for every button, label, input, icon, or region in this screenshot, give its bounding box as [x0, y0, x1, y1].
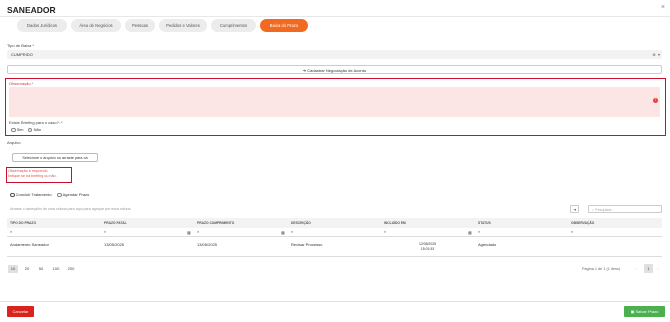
upload-button[interactable]: Selecione o arquivo ou arraste para cá: [12, 153, 98, 162]
select-controls: ⊗ ▾: [652, 52, 660, 57]
col-status[interactable]: STATUS: [478, 221, 491, 228]
chevron-down-icon[interactable]: ▾: [658, 52, 660, 57]
filter-incluido-icon[interactable]: ⌕: [384, 230, 386, 234]
sim-radio[interactable]: [11, 127, 16, 133]
cell-incluido-date: 12/05/2025: [419, 242, 436, 246]
agendar-label: Agendar Prazo: [62, 192, 90, 197]
calendar-icon[interactable]: ▦: [281, 230, 285, 235]
page-size-100[interactable]: 100: [50, 265, 62, 273]
col-observacao[interactable]: OBSERVAÇÃO: [571, 221, 595, 228]
col-descricao[interactable]: DESCRIÇÃO: [291, 221, 311, 228]
nao-radio[interactable]: [27, 127, 33, 133]
next-page-button[interactable]: ›: [655, 265, 661, 273]
tab-pessoas[interactable]: Pessoas: [125, 19, 155, 32]
tipo-baixa-select[interactable]: CUMPRIDO: [7, 50, 662, 59]
page-info: Página 1 de 1 (1 itens): [582, 267, 621, 271]
filter-descricao-icon[interactable]: ⌕: [291, 230, 293, 234]
cadastrar-negociacao-label: Cadastrar Negociação de Acordo: [307, 68, 367, 73]
cell-incluido-time: 15:01:53: [420, 247, 435, 251]
page-size-10[interactable]: 10: [8, 265, 18, 273]
search-placeholder: Pesquisar...: [595, 207, 615, 212]
briefing-label: Existe Briefing para o caso?: *: [9, 120, 63, 125]
sim-label: Sim: [16, 127, 24, 132]
prev-page-button[interactable]: ‹: [633, 265, 639, 273]
close-icon[interactable]: ×: [661, 4, 665, 11]
export-icon[interactable]: ⇥: [570, 205, 579, 213]
footer-divider: [0, 301, 670, 302]
tab-dados-juridicos[interactable]: Dados Jurídicos: [17, 19, 67, 32]
save-label: Salvar Prazo: [635, 309, 659, 314]
page-size-50[interactable]: 50: [36, 265, 46, 273]
calendar-icon[interactable]: ▦: [187, 230, 191, 235]
tratamento-radio-group: Concluir Tratamento Agendar Prazo: [10, 192, 90, 198]
save-icon: ▣: [630, 309, 635, 314]
agendar-radio[interactable]: [57, 192, 62, 198]
col-tipo-prazo[interactable]: TIPO DO PRAZO: [10, 221, 37, 228]
cell-tipo: Andamento Saneador: [10, 242, 49, 247]
col-incluido-em[interactable]: INCLUÍDO EM: [384, 221, 406, 228]
tab-baixa-prazo[interactable]: Baixa do Prazo: [260, 19, 308, 32]
grid-bottom-border: [7, 256, 662, 257]
page-1-button[interactable]: 1: [644, 264, 653, 273]
tab-area-negocios[interactable]: Área de Negócios: [71, 19, 121, 32]
briefing-radio-group: Sim Não: [11, 127, 41, 133]
tab-bar: Dados Jurídicos Área de Negócios Pessoas…: [17, 19, 308, 33]
filter-status-icon[interactable]: ⌕: [478, 230, 480, 234]
page-size-20[interactable]: 20: [22, 265, 32, 273]
cell-descricao: Revisar Processo: [291, 242, 323, 247]
observacao-label: Observação *: [9, 81, 34, 86]
tab-pedidos-valores[interactable]: Pedidos e Valores: [159, 19, 207, 32]
error-briefing: Indique se há briefing ou não.: [8, 174, 57, 178]
col-prazo-fatal[interactable]: PRAZO FATAL: [104, 221, 127, 228]
cancel-button[interactable]: Cancelar: [7, 306, 34, 317]
app-title: SANEADOR: [7, 5, 56, 15]
cell-cumprimento: 13/05/2025: [197, 242, 218, 247]
group-panel-hint: Arraste o cabeçalho de uma coluna para a…: [10, 207, 131, 211]
arquivo-label: Arquivo: [7, 140, 21, 145]
cell-incluido: 12/05/2025 15:01:53: [419, 242, 436, 252]
filter-fatal-icon[interactable]: ⌕: [104, 230, 106, 234]
tab-cumprimentos[interactable]: Cumprimentos: [211, 19, 256, 32]
nao-label: Não: [33, 127, 41, 132]
search-icon: ⌕: [592, 207, 595, 212]
header-divider: [0, 16, 670, 17]
calendar-icon[interactable]: ▦: [468, 230, 472, 235]
cell-status: Agendado: [478, 242, 497, 247]
clear-icon[interactable]: ⊗: [652, 52, 655, 57]
cell-fatal: 13/05/2025: [104, 242, 125, 247]
concluir-label: Concluir Tratamento: [15, 192, 52, 197]
grid-search-input[interactable]: ⌕ Pesquisar...: [588, 205, 662, 213]
save-button[interactable]: ▣ Salvar Prazo: [624, 306, 665, 317]
cadastrar-negociacao-button[interactable]: ➔ Cadastrar Negociação de Acordo: [7, 65, 662, 74]
page-size-200[interactable]: 200: [65, 265, 77, 273]
arrow-right-icon: ➔: [302, 68, 307, 73]
observacao-textarea[interactable]: [9, 87, 660, 117]
filter-observacao-icon[interactable]: ⌕: [571, 230, 573, 234]
filter-tipo-icon[interactable]: ⌕: [10, 230, 12, 234]
error-icon: !: [653, 98, 658, 103]
tipo-baixa-label: Tipo de Baixa *: [7, 43, 34, 48]
filter-cumprimento-icon[interactable]: ⌕: [197, 230, 199, 234]
tipo-baixa-value: CUMPRIDO: [11, 52, 33, 57]
col-prazo-cumprimento[interactable]: PRAZO CUMPRIMENTO: [197, 221, 235, 228]
concluir-radio[interactable]: [10, 192, 15, 198]
